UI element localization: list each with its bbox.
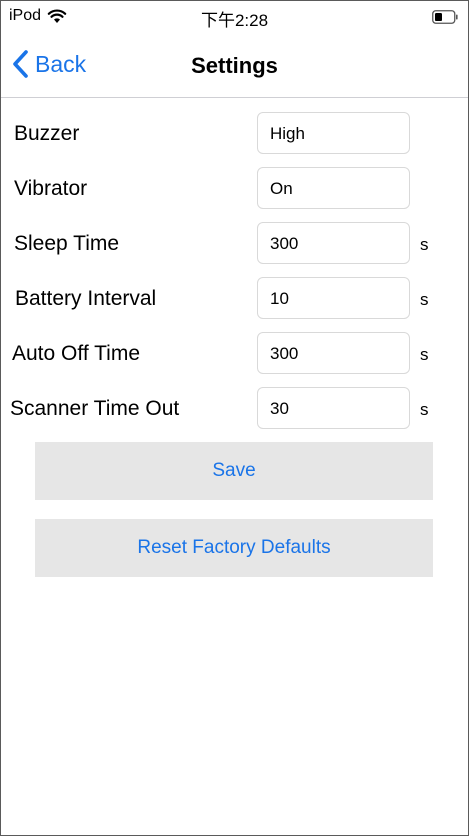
navigation-bar: Back Settings — [1, 35, 468, 98]
auto-off-time-unit: s — [420, 345, 429, 364]
buzzer-label: Buzzer — [14, 122, 80, 145]
page-title: Settings — [191, 53, 278, 78]
battery-interval-label: Battery Interval — [15, 287, 157, 310]
vibrator-field[interactable]: On — [257, 167, 410, 209]
sleep-time-label: Sleep Time — [14, 232, 120, 255]
buzzer-field[interactable]: High — [257, 112, 410, 154]
battery-icon — [432, 10, 458, 24]
battery-interval-unit: s — [420, 290, 429, 309]
battery-interval-field[interactable]: 10 — [257, 277, 410, 319]
scanner-time-out-label: Scanner Time Out — [10, 397, 180, 420]
scanner-time-out-unit: s — [420, 400, 429, 419]
sleep-time-unit: s — [420, 235, 429, 254]
auto-off-time-row: Auto Off Time 300 s — [1, 332, 468, 376]
vibrator-label: Vibrator — [14, 177, 88, 200]
status-bar: iPod 下午2:28 — [1, 1, 468, 31]
sleep-time-row: Sleep Time 300 s — [1, 222, 468, 266]
sleep-time-field[interactable]: 300 — [257, 222, 410, 264]
settings-screen: iPod 下午2:28 Back Settings Buzzer High Vi… — [0, 0, 469, 836]
status-time: 下午2:28 — [200, 11, 269, 30]
scanner-time-out-row: Scanner Time Out 30 s — [1, 387, 468, 431]
scanner-time-out-field[interactable]: 30 — [257, 387, 410, 429]
reset-factory-defaults-button[interactable]: Reset Factory Defaults — [35, 519, 433, 577]
vibrator-row: Vibrator On — [1, 167, 468, 211]
auto-off-time-label: Auto Off Time — [12, 342, 140, 365]
auto-off-time-field[interactable]: 300 — [257, 332, 410, 374]
battery-interval-row: Battery Interval 10 s — [1, 277, 468, 321]
buzzer-row: Buzzer High — [1, 112, 468, 156]
save-button[interactable]: Save — [35, 442, 433, 500]
